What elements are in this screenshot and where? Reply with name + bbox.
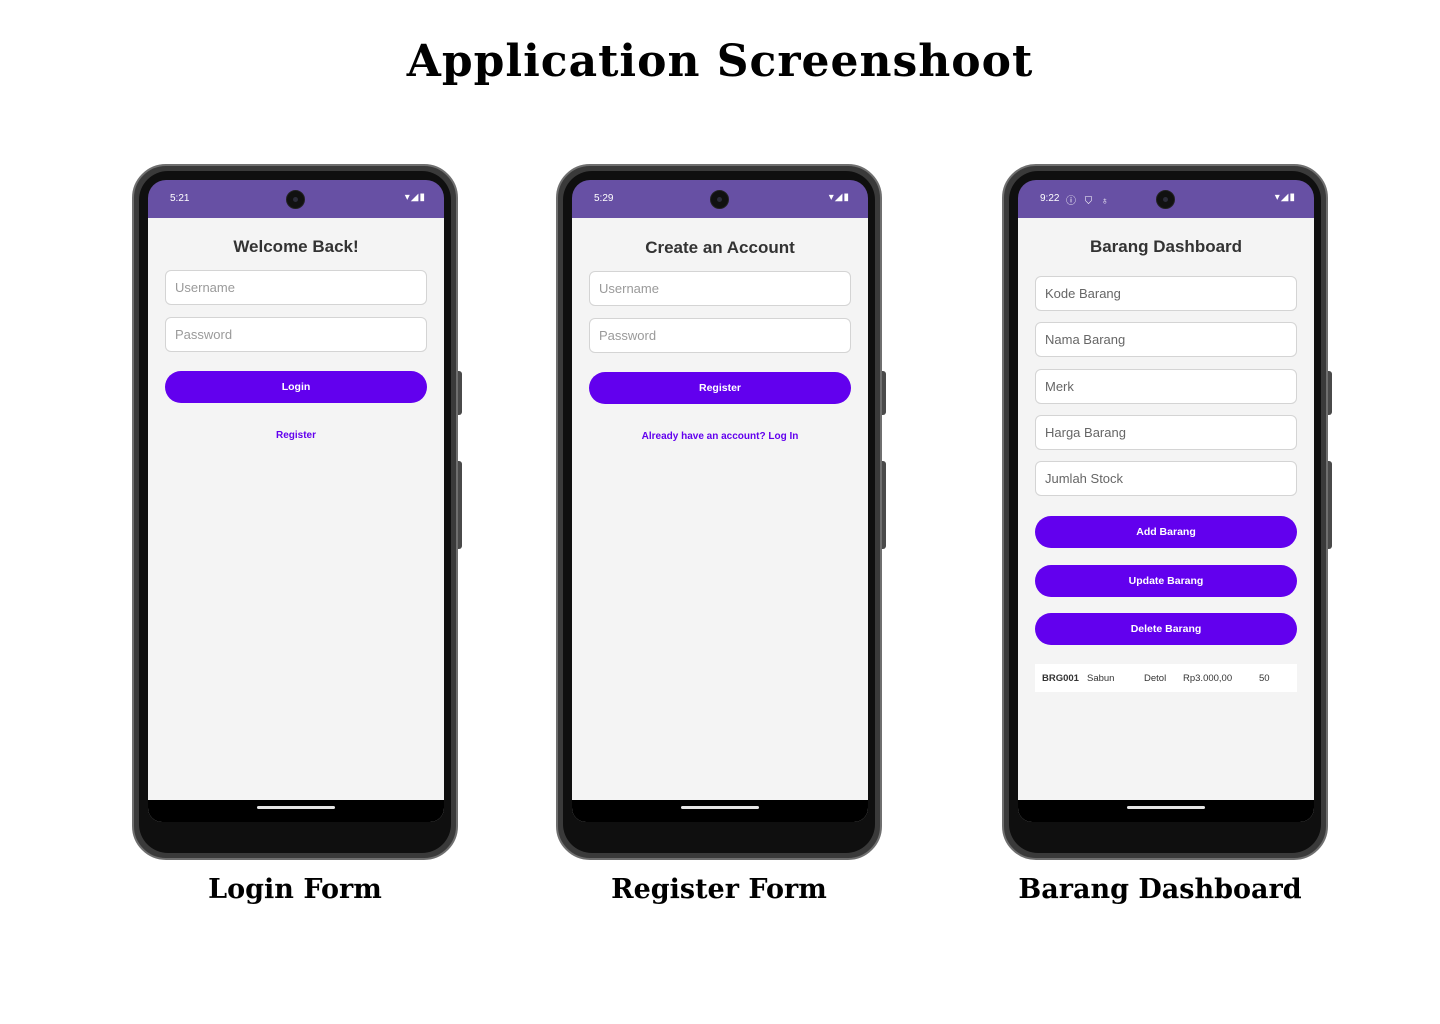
power-button bbox=[458, 371, 462, 415]
status-time: 9:22 bbox=[1040, 193, 1060, 204]
status-icons: ▾◢▮ bbox=[404, 192, 426, 203]
kode-barang-input[interactable] bbox=[1035, 276, 1297, 311]
nav-bar bbox=[572, 800, 868, 822]
delete-barang-button[interactable]: Delete Barang bbox=[1035, 613, 1297, 645]
power-button bbox=[882, 371, 886, 415]
update-barang-button[interactable]: Update Barang bbox=[1035, 565, 1297, 597]
stock-cell: 50 bbox=[1259, 673, 1270, 684]
dashboard-screen: 9:22 ⓘ ⛉ ♁ ▾◢▮ Barang Dashboard Add Bara… bbox=[1018, 180, 1314, 822]
home-indicator[interactable] bbox=[681, 806, 759, 809]
nama-barang-input[interactable] bbox=[1035, 322, 1297, 357]
volume-button bbox=[1328, 461, 1332, 549]
register-button[interactable]: Register bbox=[589, 372, 851, 404]
volume-button bbox=[882, 461, 886, 549]
login-title: Welcome Back! bbox=[233, 237, 359, 256]
login-content: Welcome Back! Login Register bbox=[148, 218, 444, 822]
home-indicator[interactable] bbox=[1127, 806, 1205, 809]
dashboard-content: Barang Dashboard Add Barang Update Baran… bbox=[1018, 218, 1314, 822]
status-bar: 5:29 ▾◢▮ bbox=[572, 180, 868, 218]
camera-icon bbox=[710, 190, 729, 209]
caption-dashboard: Barang Dashboard bbox=[1018, 874, 1302, 905]
merk-input[interactable] bbox=[1035, 369, 1297, 404]
status-time: 5:21 bbox=[170, 193, 190, 204]
status-time: 5:29 bbox=[594, 193, 614, 204]
add-barang-button[interactable]: Add Barang bbox=[1035, 516, 1297, 548]
table-row[interactable]: BRG001 Sabun Detol Rp3.000,00 50 bbox=[1035, 664, 1297, 692]
nama-cell: Sabun bbox=[1087, 673, 1115, 684]
nav-bar bbox=[148, 800, 444, 822]
camera-icon bbox=[1156, 190, 1175, 209]
password-input[interactable] bbox=[589, 318, 851, 353]
home-indicator[interactable] bbox=[257, 806, 335, 809]
status-icons: ▾◢▮ bbox=[828, 192, 850, 203]
caption-login: Login Form bbox=[208, 874, 382, 905]
register-content: Create an Account Register Already have … bbox=[572, 218, 868, 822]
nav-bar bbox=[1018, 800, 1314, 822]
status-icons: ▾◢▮ bbox=[1274, 192, 1296, 203]
phone-login: 5:21 ▾◢▮ Welcome Back! Login Register bbox=[132, 164, 462, 860]
phone-register: 5:29 ▾◢▮ Create an Account Register Alre… bbox=[556, 164, 886, 860]
merk-cell: Detol bbox=[1144, 673, 1167, 684]
login-button[interactable]: Login bbox=[165, 371, 427, 403]
caption-register: Register Form bbox=[611, 874, 827, 905]
phone-dashboard: 9:22 ⓘ ⛉ ♁ ▾◢▮ Barang Dashboard Add Bara… bbox=[1002, 164, 1332, 860]
page-title: Application Screenshoot bbox=[406, 36, 1034, 87]
password-input[interactable] bbox=[165, 317, 427, 352]
harga-cell: Rp3.000,00 bbox=[1183, 673, 1233, 684]
kode-cell: BRG001 bbox=[1042, 673, 1079, 684]
notification-icons: ⓘ ⛉ ♁ bbox=[1066, 196, 1112, 207]
camera-icon bbox=[286, 190, 305, 209]
jumlah-stock-input[interactable] bbox=[1035, 461, 1297, 496]
dashboard-title: Barang Dashboard bbox=[1089, 237, 1243, 256]
volume-button bbox=[458, 461, 462, 549]
username-input[interactable] bbox=[589, 271, 851, 306]
username-input[interactable] bbox=[165, 270, 427, 305]
register-title: Create an Account bbox=[645, 238, 795, 257]
register-screen: 5:29 ▾◢▮ Create an Account Register Alre… bbox=[572, 180, 868, 822]
login-link[interactable]: Already have an account? Log In bbox=[572, 431, 868, 442]
harga-barang-input[interactable] bbox=[1035, 415, 1297, 450]
login-screen: 5:21 ▾◢▮ Welcome Back! Login Register bbox=[148, 180, 444, 822]
register-link[interactable]: Register bbox=[148, 430, 444, 441]
status-bar: 9:22 ⓘ ⛉ ♁ ▾◢▮ bbox=[1018, 180, 1314, 218]
status-bar: 5:21 ▾◢▮ bbox=[148, 180, 444, 218]
power-button bbox=[1328, 371, 1332, 415]
